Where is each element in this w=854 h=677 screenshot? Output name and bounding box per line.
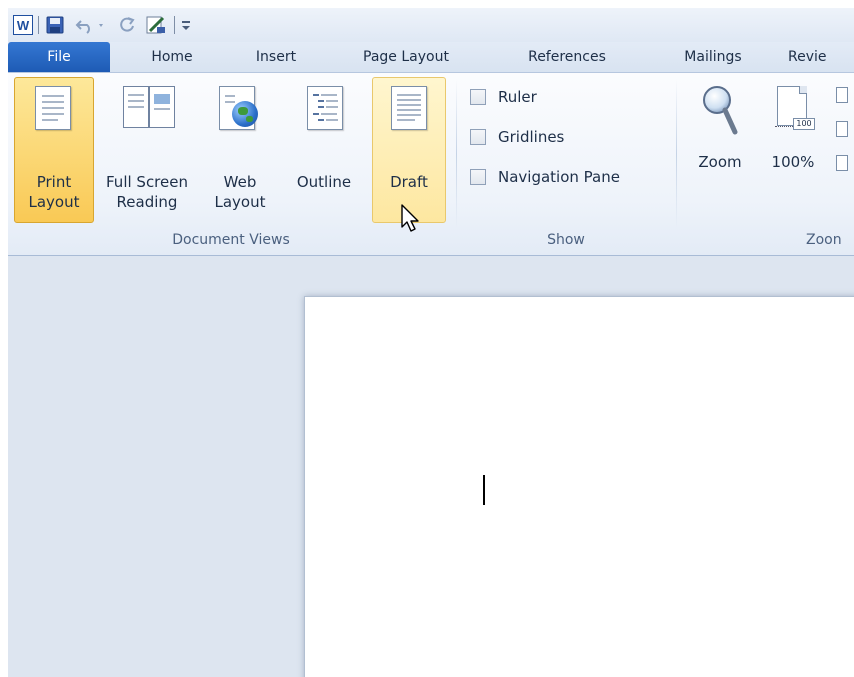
outline-button[interactable]: Outline [282, 77, 366, 223]
tab-file[interactable]: File [8, 42, 110, 72]
zoom-100-badge: 100 [793, 118, 815, 130]
draft-label: Draft [390, 173, 428, 191]
group-separator [676, 79, 677, 229]
tab-references[interactable]: References [502, 42, 632, 72]
magnifier-icon [703, 86, 738, 135]
web-layout-label-1: Web [223, 173, 257, 191]
zoom-button[interactable]: Zoom [684, 77, 756, 223]
gridlines-checkbox-box[interactable] [470, 129, 486, 145]
print-layout-label-1: Print [36, 173, 72, 191]
web-layout-button[interactable]: Web Layout [202, 77, 278, 223]
navigation-pane-checkbox-box[interactable] [470, 169, 486, 185]
full-screen-reading-label-1: Full Screen [106, 173, 188, 191]
tab-mailings[interactable]: Mailings [668, 42, 758, 72]
ruler-label: Ruler [498, 88, 537, 106]
print-preview-icon[interactable] [144, 14, 168, 36]
web-layout-label-2: Layout [214, 193, 266, 211]
tab-review[interactable]: Revie [788, 42, 854, 72]
group-separator [456, 79, 457, 229]
draft-icon [391, 86, 427, 130]
document-workspace [8, 256, 854, 677]
ruler-checkbox[interactable]: Ruler [470, 85, 537, 109]
redo-icon[interactable] [116, 14, 138, 36]
gridlines-label: Gridlines [498, 128, 565, 146]
zoom-100-button[interactable]: 100 100% [760, 77, 826, 223]
tab-home[interactable]: Home [130, 42, 214, 72]
print-layout-icon [35, 86, 71, 130]
full-screen-reading-button[interactable]: Full Screen Reading [96, 77, 198, 223]
page-width-icon [836, 155, 848, 171]
tab-insert[interactable]: Insert [238, 42, 314, 72]
customize-qat-icon[interactable] [178, 14, 194, 36]
one-page-icon [836, 87, 848, 103]
word-window: W File Home Insert Page Layout Reference… [8, 8, 854, 677]
text-cursor [483, 475, 485, 505]
quick-access-toolbar: W [8, 8, 854, 42]
print-layout-label-2: Layout [28, 193, 80, 211]
word-icon[interactable]: W [12, 14, 34, 36]
zoom-100-label: 100% [771, 153, 815, 171]
mouse-pointer-icon [401, 204, 419, 232]
open-book-icon [123, 86, 175, 130]
web-layout-icon [219, 86, 258, 130]
save-icon[interactable] [44, 14, 66, 36]
group-label-show: Show [547, 232, 585, 248]
gridlines-checkbox[interactable]: Gridlines [470, 125, 564, 149]
navigation-pane-checkbox[interactable]: Navigation Pane [470, 165, 620, 189]
page-width-button[interactable] [836, 155, 854, 173]
zoom-100-icon: 100 [775, 86, 815, 136]
ruler-checkbox-box[interactable] [470, 89, 486, 105]
tab-page-layout[interactable]: Page Layout [338, 42, 474, 72]
undo-icon[interactable] [74, 14, 110, 36]
two-pages-button[interactable] [836, 121, 854, 139]
navigation-pane-label: Navigation Pane [498, 168, 620, 186]
outline-label: Outline [296, 173, 352, 191]
full-screen-reading-label-2: Reading [116, 193, 178, 211]
zoom-label: Zoom [698, 153, 742, 171]
print-layout-button[interactable]: Print Layout [14, 77, 94, 223]
group-label-zoom: Zoon [806, 232, 842, 248]
two-pages-icon [836, 121, 848, 137]
group-label-document-views: Document Views [172, 232, 290, 248]
document-page[interactable] [304, 296, 854, 677]
outline-icon [307, 86, 343, 130]
draft-button[interactable]: Draft [372, 77, 446, 223]
ribbon-view: Print Layout Full Screen Reading Web Lay… [8, 72, 854, 256]
one-page-button[interactable] [836, 87, 854, 105]
globe-icon [232, 101, 258, 127]
word-letter: W [16, 17, 30, 33]
ribbon-tabs: File Home Insert Page Layout References … [8, 42, 854, 72]
